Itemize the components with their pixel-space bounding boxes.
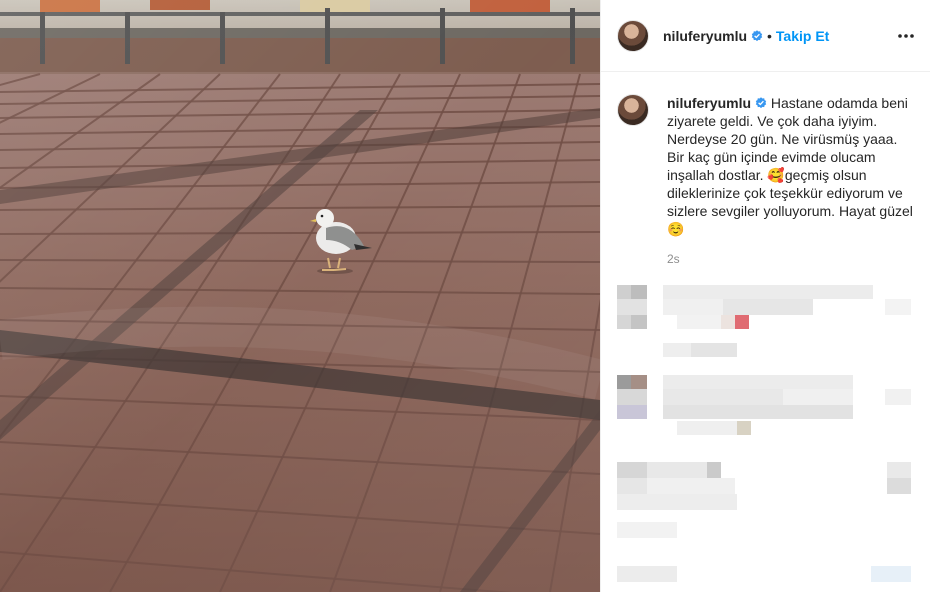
header-username[interactable]: niluferyumlu — [663, 28, 747, 44]
post-timestamp[interactable]: 2s — [667, 252, 914, 266]
censored-comment — [617, 375, 917, 437]
caption-avatar[interactable] — [617, 94, 649, 126]
follow-button[interactable]: Takip Et — [776, 28, 829, 44]
verified-badge-icon — [751, 29, 763, 41]
post-caption: niluferyumlu Hastane odamda beni ziyaret… — [601, 72, 930, 266]
post-side-panel: niluferyumlu • Takip Et niluferyumlu Has… — [600, 0, 930, 592]
seagull-on-tiles-image — [0, 0, 600, 592]
censored-comment — [617, 285, 917, 365]
censored-comment — [617, 566, 917, 586]
caption-body: niluferyumlu Hastane odamda beni ziyaret… — [667, 94, 914, 266]
separator-dot: • — [767, 27, 772, 44]
censored-comment — [617, 462, 917, 542]
caption-message: Hastane odamda beni ziyarete geldi. Ve ç… — [667, 95, 913, 237]
caption-username[interactable]: niluferyumlu — [667, 95, 751, 111]
caption-text: niluferyumlu Hastane odamda beni ziyaret… — [667, 94, 914, 238]
verified-badge-icon — [755, 97, 767, 109]
more-options-icon[interactable] — [896, 26, 916, 46]
avatar[interactable] — [617, 19, 649, 52]
post-header: niluferyumlu • Takip Et — [601, 0, 930, 72]
post-photo — [0, 0, 600, 592]
